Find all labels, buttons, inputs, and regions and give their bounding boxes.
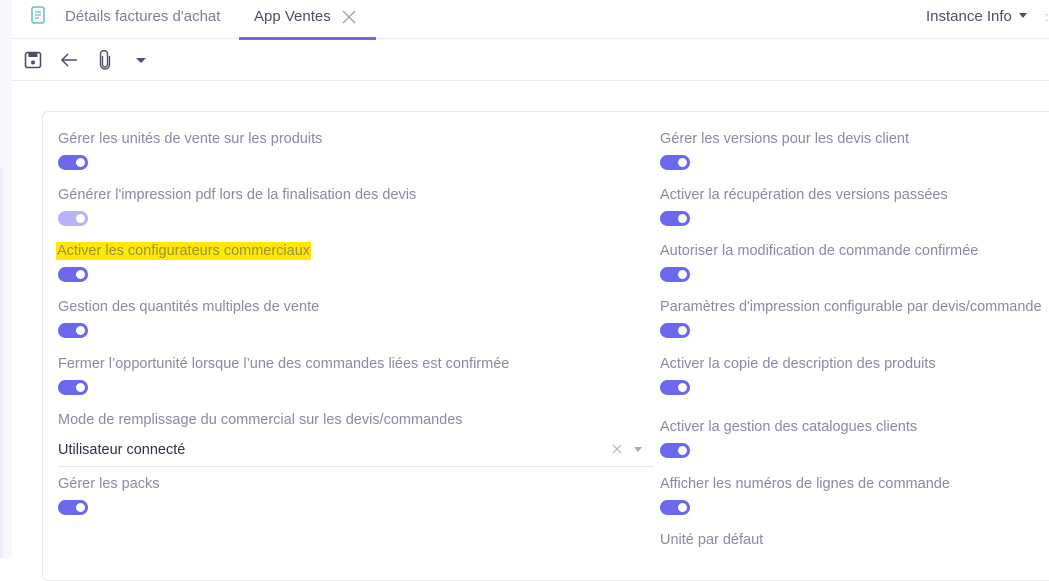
setting-versions-devis: Gérer les versions pour les devis client xyxy=(660,130,909,170)
tab-label: Détails factures d'achat xyxy=(65,8,221,25)
clear-icon[interactable] xyxy=(612,444,622,454)
toggle-switch[interactable] xyxy=(58,267,88,282)
tab-bar: Détails factures d'achat App Ventes Inst… xyxy=(12,0,1049,40)
more-actions-dropdown[interactable] xyxy=(130,49,152,71)
paperclip-icon xyxy=(99,50,111,70)
close-icon[interactable] xyxy=(342,10,356,24)
setting-label: Afficher les numéros de lignes de comman… xyxy=(660,476,950,492)
setting-label: Activer la gestion des catalogues client… xyxy=(660,419,918,435)
toggle-knob xyxy=(678,158,687,167)
setting-label: Gérer les versions pour les devis client xyxy=(660,131,910,147)
instance-info-dropdown[interactable]: Instance Info xyxy=(926,0,1027,34)
back-arrow-icon xyxy=(60,53,77,67)
toggle-knob xyxy=(76,503,85,512)
setting-copie-description: Activer la copie de description des prod… xyxy=(660,355,936,395)
caret-down-icon[interactable] xyxy=(634,447,642,452)
attach-button[interactable] xyxy=(94,49,116,71)
setting-configurateurs: Activer les configurateurs commerciaux xyxy=(56,242,312,282)
toggle-knob xyxy=(76,383,85,392)
setting-fermer-opportunite: Fermer l’opportunité lorsque l’une des c… xyxy=(58,355,509,395)
toggle-knob xyxy=(678,326,687,335)
back-button[interactable] xyxy=(58,49,80,71)
toggle-switch[interactable] xyxy=(660,443,690,458)
toggle-knob xyxy=(76,158,85,167)
setting-recuperation-versions: Activer la récupération des versions pas… xyxy=(660,186,948,226)
toggle-knob xyxy=(76,214,85,223)
setting-catalogues-clients: Activer la gestion des catalogues client… xyxy=(660,418,917,458)
setting-unite-defaut: Unité par défaut xyxy=(660,531,763,549)
setting-mode-remplissage: Mode de remplissage du commercial sur le… xyxy=(58,411,654,467)
setting-label: Autoriser la modification de commande co… xyxy=(660,243,979,259)
toggle-switch[interactable] xyxy=(660,323,690,338)
toggle-knob xyxy=(76,270,85,279)
settings-card: Gérer les unités de vente sur les produi… xyxy=(42,111,1049,581)
instance-info-label: Instance Info xyxy=(926,8,1012,25)
document-icon xyxy=(31,6,45,24)
setting-unites-vente: Gérer les unités de vente sur les produi… xyxy=(58,130,322,170)
tab-label: App Ventes xyxy=(254,8,331,25)
setting-label: Unité par défaut xyxy=(660,532,764,548)
toggle-knob xyxy=(678,270,687,279)
setting-label: Fermer l’opportunité lorsque l’une des c… xyxy=(58,356,510,372)
setting-gerer-packs: Gérer les packs xyxy=(58,475,160,515)
select-value: Utilisateur connecté xyxy=(58,442,186,458)
setting-label: Gestion des quantités multiples de vente xyxy=(58,299,320,315)
toggle-knob xyxy=(76,326,85,335)
save-icon xyxy=(24,51,42,69)
toggle-knob xyxy=(678,503,687,512)
toggle-knob xyxy=(678,446,687,455)
toggle-knob xyxy=(678,383,687,392)
setting-label: Générer l'impression pdf lors de la fina… xyxy=(58,187,417,203)
commercial-mode-select[interactable]: Utilisateur connecté xyxy=(58,441,654,467)
setting-label: Activer la récupération des versions pas… xyxy=(660,187,948,203)
setting-quantites-multiples: Gestion des quantités multiples de vente xyxy=(58,298,319,338)
toggle-switch[interactable] xyxy=(660,267,690,282)
setting-label: Gérer les unités de vente sur les produi… xyxy=(58,131,323,147)
toggle-switch[interactable] xyxy=(660,211,690,226)
toggle-switch[interactable] xyxy=(58,323,88,338)
caret-down-icon xyxy=(1018,13,1027,18)
tab-app-ventes[interactable]: App Ventes xyxy=(239,0,376,40)
toggle-switch[interactable] xyxy=(660,500,690,515)
left-sidebar-strip xyxy=(0,0,12,558)
setting-parametres-impression: Paramètres d'impression configurable par… xyxy=(660,298,1042,338)
setting-numeros-lignes: Afficher les numéros de lignes de comman… xyxy=(660,475,950,515)
toggle-knob xyxy=(678,214,687,223)
setting-modification-commande: Autoriser la modification de commande co… xyxy=(660,242,978,282)
toggle-switch[interactable] xyxy=(58,380,88,395)
setting-label: Activer la copie de description des prod… xyxy=(660,356,936,372)
setting-impression-pdf: Générer l'impression pdf lors de la fina… xyxy=(58,186,416,226)
tab-details-factures[interactable]: Détails factures d'achat xyxy=(65,0,220,39)
setting-label-highlighted: Activer les configurateurs commerciaux xyxy=(56,242,312,260)
truncated-menu-item[interactable]: : xyxy=(1045,12,1048,22)
toggle-switch[interactable] xyxy=(58,155,88,170)
toggle-switch-disabled xyxy=(58,211,88,226)
setting-label: Paramètres d'impression configurable par… xyxy=(660,299,1042,315)
caret-down-icon xyxy=(136,57,146,63)
toggle-switch[interactable] xyxy=(660,380,690,395)
save-button[interactable] xyxy=(22,49,44,71)
setting-label: Mode de remplissage du commercial sur le… xyxy=(58,412,463,428)
sidebar-edge xyxy=(0,168,3,558)
toggle-switch[interactable] xyxy=(58,500,88,515)
toolbar xyxy=(12,39,1049,81)
setting-label: Gérer les packs xyxy=(58,476,160,492)
toggle-switch[interactable] xyxy=(660,155,690,170)
